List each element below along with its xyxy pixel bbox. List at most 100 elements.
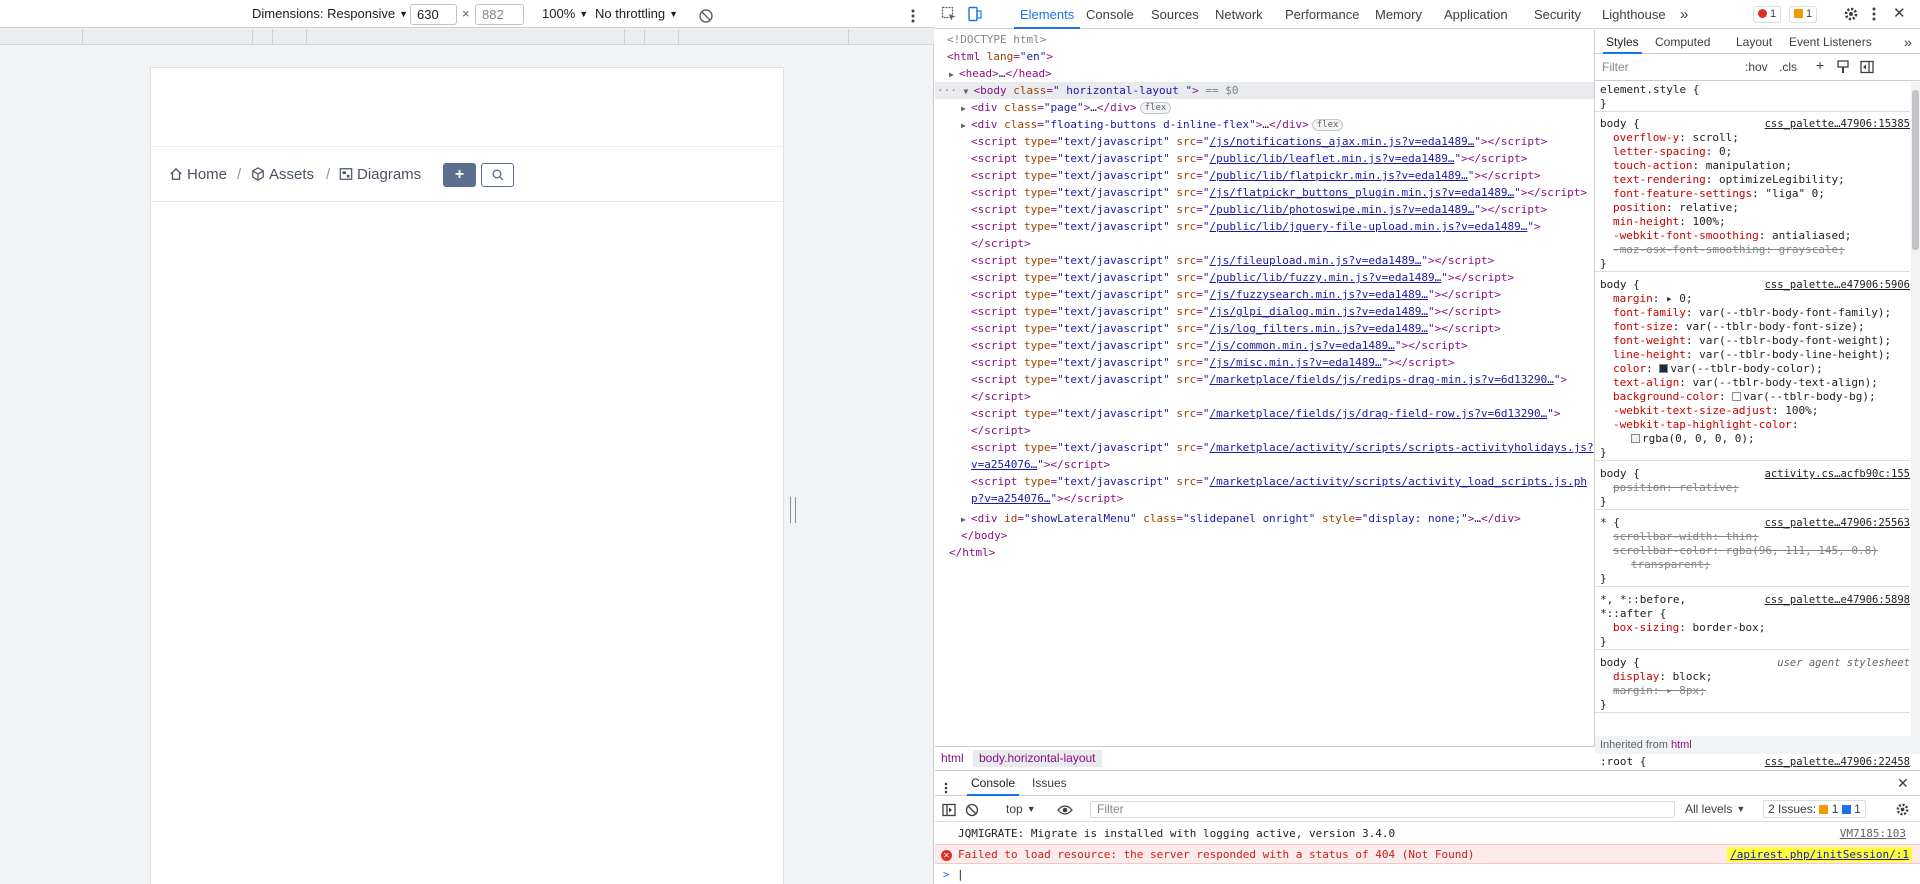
console-message-info[interactable]: JQMIGRATE: Migrate is installed with log… bbox=[935, 824, 1920, 844]
dom-script-tag[interactable]: </script> bbox=[971, 235, 1031, 252]
dom-script-tag[interactable]: <script type="text/javascript" src="/js/… bbox=[971, 252, 1494, 269]
more-options-icon[interactable] bbox=[1871, 6, 1889, 24]
tab-console[interactable]: Console bbox=[1086, 0, 1134, 29]
tab-application[interactable]: Application bbox=[1444, 0, 1508, 29]
throttling-dropdown[interactable]: No throttling ▼ bbox=[595, 0, 678, 28]
show-sidebar-icon[interactable] bbox=[942, 801, 956, 818]
css-rule[interactable]: * {css_palette…47906:25563 scrollbar-widt… bbox=[1595, 516, 1910, 587]
width-input[interactable]: 630 bbox=[410, 4, 457, 25]
live-expression-eye-icon[interactable] bbox=[1057, 801, 1073, 818]
drawer-tab-issues[interactable]: Issues bbox=[1032, 771, 1067, 796]
issues-counter[interactable]: 2 Issues: 1 1 bbox=[1763, 800, 1866, 818]
dom-script-tag[interactable]: <script type="text/javascript" src="/pub… bbox=[971, 269, 1514, 286]
dom-script-tag[interactable]: <script type="text/javascript" src="/mar… bbox=[971, 405, 1560, 422]
breadcrumb-home[interactable]: Home bbox=[169, 165, 227, 185]
more-tabs-button[interactable]: » bbox=[1680, 0, 1688, 29]
warning-count-badge[interactable]: 1 bbox=[1789, 6, 1818, 23]
dom-script-tag[interactable]: </script> bbox=[971, 388, 1031, 405]
dom-crumb-body[interactable]: body.horizontal-layout bbox=[973, 750, 1102, 767]
dom-html-close[interactable]: </html> bbox=[949, 544, 995, 561]
console-error-source[interactable]: /apirest.php/initSession/:1 bbox=[1727, 847, 1912, 862]
dom-script-tag[interactable]: <script type="text/javascript" src="/pub… bbox=[971, 218, 1541, 235]
dom-script-tag[interactable]: <script type="text/javascript" src="/pub… bbox=[971, 201, 1547, 218]
inherited-tag[interactable]: html bbox=[1671, 739, 1692, 751]
styles-more-tabs[interactable]: » bbox=[1904, 30, 1912, 54]
close-devtools-icon[interactable]: ✕ bbox=[1893, 6, 1911, 24]
rotate-icon[interactable] bbox=[698, 6, 714, 23]
add-button[interactable]: + bbox=[443, 163, 476, 187]
root-source-link[interactable]: css_palette…47906:22458 bbox=[1765, 755, 1910, 769]
dom-script-tag[interactable]: <script type="text/javascript" src="/js/… bbox=[971, 337, 1468, 354]
dom-doctype[interactable]: <!DOCTYPE html> bbox=[947, 31, 1046, 48]
tab-elements[interactable]: Elements bbox=[1014, 0, 1081, 29]
dom-script-tag[interactable]: p?v=a254076…"></script> bbox=[971, 490, 1123, 507]
device-toolbar-icon[interactable] bbox=[966, 6, 984, 24]
new-rule-button[interactable]: + bbox=[1816, 57, 1824, 73]
dom-script-tag[interactable]: <script type="text/javascript" src="/js/… bbox=[971, 133, 1547, 150]
breadcrumb-diagrams[interactable]: Diagrams bbox=[339, 165, 421, 185]
dom-script-tag[interactable]: </script> bbox=[971, 422, 1031, 439]
dom-script-tag[interactable]: <script type="text/javascript" src="/js/… bbox=[971, 303, 1501, 320]
paint-icon[interactable] bbox=[1836, 60, 1850, 77]
dom-script-tag[interactable]: v=a254076…"></script> bbox=[971, 456, 1110, 473]
clear-console-icon[interactable] bbox=[965, 801, 979, 818]
console-settings-gear-icon[interactable] bbox=[1895, 801, 1910, 818]
drawer-tab-console[interactable]: Console bbox=[967, 771, 1020, 796]
dom-script-tag[interactable]: <script type="text/javascript" src="/js/… bbox=[971, 184, 1587, 201]
zoom-dropdown[interactable]: 100% ▼ bbox=[542, 0, 588, 28]
class-toggle[interactable]: .cls bbox=[1779, 60, 1797, 74]
dom-div-page[interactable]: ▶ <div class="page">…</div> flex bbox=[961, 99, 1172, 116]
hover-state-toggle[interactable]: :hov bbox=[1745, 60, 1768, 74]
styles-scrollbar[interactable] bbox=[1911, 82, 1920, 736]
dom-crumb-html[interactable]: html bbox=[941, 750, 964, 767]
dom-body-selected[interactable]: ··· ▼ <body class=" horizontal-layout "> … bbox=[935, 82, 1594, 99]
tab-event-listeners[interactable]: Event Listeners bbox=[1789, 30, 1872, 54]
tab-styles[interactable]: Styles bbox=[1603, 30, 1642, 54]
tab-network[interactable]: Network bbox=[1215, 0, 1263, 29]
close-drawer-icon[interactable]: ✕ bbox=[1897, 771, 1909, 796]
context-selector[interactable]: top ▼ bbox=[1006, 801, 1036, 818]
dimensions-dropdown[interactable]: Dimensions: Responsive ▼ bbox=[252, 0, 408, 28]
toggle-sidebar-icon[interactable] bbox=[1860, 60, 1874, 77]
dom-html-open[interactable]: <html lang="en"> bbox=[947, 48, 1053, 65]
tab-layout[interactable]: Layout bbox=[1736, 30, 1772, 54]
css-rule[interactable]: body {activity.cs…acfb90c:155 position: r… bbox=[1595, 467, 1910, 510]
tab-memory[interactable]: Memory bbox=[1375, 0, 1422, 29]
tab-security[interactable]: Security bbox=[1534, 0, 1581, 29]
dom-script-tag[interactable]: <script type="text/javascript" src="/pub… bbox=[971, 167, 1541, 184]
dom-script-tag[interactable]: <script type="text/javascript" src="/mar… bbox=[971, 371, 1567, 388]
dom-div-floating-buttons[interactable]: ▶ <div class="floating-buttons d-inline-f… bbox=[961, 116, 1344, 133]
error-count-badge[interactable]: 1 bbox=[1753, 6, 1782, 23]
dom-script-tag[interactable]: <script type="text/javascript" src="/mar… bbox=[971, 473, 1587, 490]
dom-script-tag[interactable]: <script type="text/javascript" src="/js/… bbox=[971, 286, 1501, 303]
log-levels-dropdown[interactable]: All levels ▼ bbox=[1685, 801, 1745, 818]
media-query-ruler[interactable] bbox=[0, 29, 934, 45]
console-message-source[interactable]: VM7185:103 bbox=[1840, 824, 1906, 844]
console-message-error[interactable]: ✕ Failed to load resource: the server re… bbox=[935, 844, 1920, 864]
styles-filter-input[interactable]: Filter bbox=[1602, 60, 1629, 74]
breadcrumb-assets[interactable]: Assets bbox=[251, 165, 314, 185]
dom-script-tag[interactable]: <script type="text/javascript" src="/js/… bbox=[971, 354, 1455, 371]
more-options-icon[interactable] bbox=[910, 6, 916, 23]
dom-script-tag[interactable]: <script type="text/javascript" src="/js/… bbox=[971, 320, 1501, 337]
viewport-resize-handle[interactable] bbox=[790, 497, 796, 523]
root-rule[interactable]: :root {css_palette…47906:22458 bbox=[1595, 755, 1910, 769]
element-style-rule[interactable]: element.style {} bbox=[1595, 83, 1910, 112]
height-input[interactable]: 882 bbox=[475, 4, 524, 25]
tab-sources[interactable]: Sources bbox=[1151, 0, 1199, 29]
css-rule[interactable]: *, *::before, css_palette…e47906:5898 *::a… bbox=[1595, 593, 1910, 650]
css-rule[interactable]: body {css_palette…47906:15385 overflow-y:… bbox=[1595, 117, 1910, 272]
dom-div-lateral-menu[interactable]: ▶ <div id="showLateralMenu" class="slidep… bbox=[961, 510, 1521, 527]
css-rule[interactable]: body {user agent stylesheet display: bloc… bbox=[1595, 656, 1910, 713]
console-filter-input[interactable]: Filter bbox=[1090, 801, 1675, 818]
dom-body-close[interactable]: </body> bbox=[961, 527, 1007, 544]
dom-script-tag[interactable]: <script type="text/javascript" src="/pub… bbox=[971, 150, 1527, 167]
console-prompt[interactable]: > | bbox=[935, 865, 1920, 884]
dom-head[interactable]: ▶ <head>…</head> bbox=[949, 65, 1052, 82]
dom-script-tag[interactable]: <script type="text/javascript" src="/mar… bbox=[971, 439, 1594, 456]
tab-performance[interactable]: Performance bbox=[1285, 0, 1359, 29]
inspect-element-icon[interactable] bbox=[941, 6, 959, 24]
css-rule[interactable]: body {css_palette…e47906:5906 margin: ▸ 0… bbox=[1595, 278, 1910, 461]
settings-gear-icon[interactable] bbox=[1843, 6, 1861, 24]
drawer-menu-icon[interactable] bbox=[944, 778, 948, 794]
